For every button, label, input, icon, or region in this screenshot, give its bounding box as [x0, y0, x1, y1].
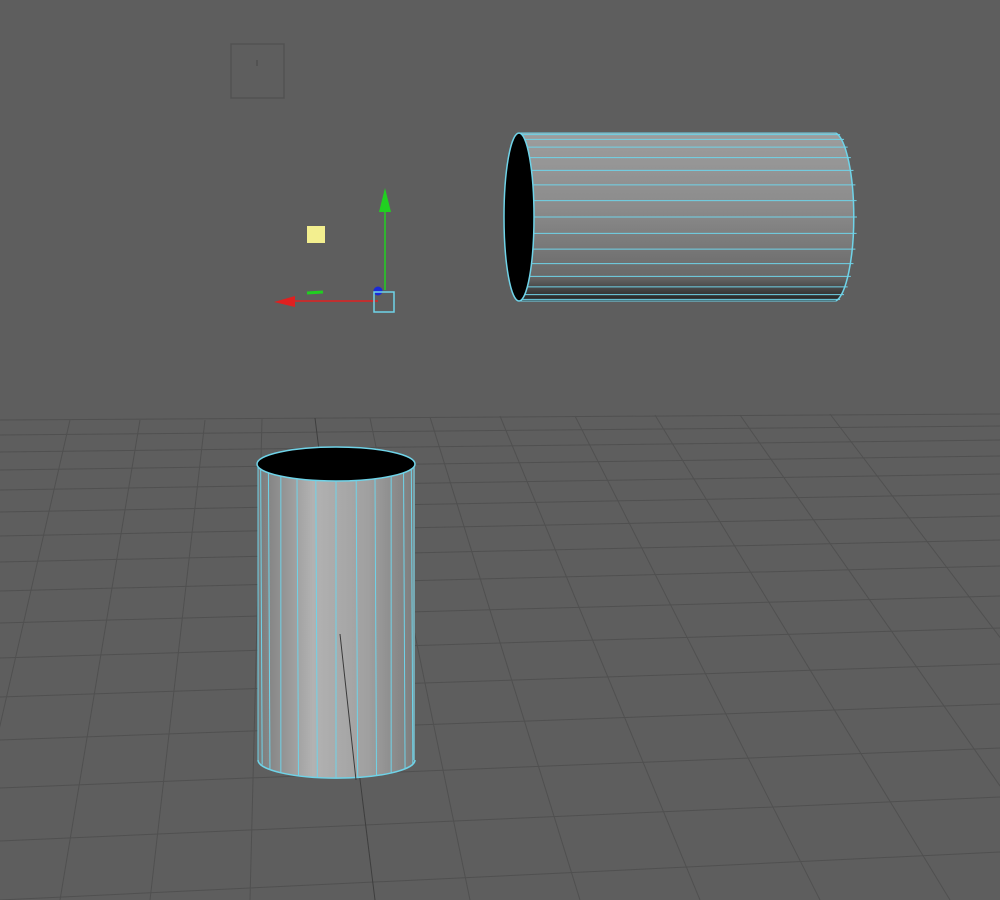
viewport-canvas[interactable]	[0, 0, 1000, 900]
plane-handle-xz[interactable]	[306, 290, 324, 295]
x-axis-arrow-icon[interactable]	[274, 296, 295, 307]
cylinder-horizontal[interactable]	[503, 132, 857, 302]
z-axis-handle-icon[interactable]	[373, 286, 383, 296]
ground-grid	[0, 413, 1000, 900]
y-axis-arrow-icon[interactable]	[379, 188, 391, 212]
pivot-handle-icon[interactable]	[307, 226, 325, 243]
move-manipulator-icon[interactable]	[274, 188, 395, 313]
3d-viewport[interactable]	[0, 0, 1000, 900]
cylinder-vertical[interactable]	[256, 446, 416, 781]
camera-frame-icon	[230, 43, 285, 99]
